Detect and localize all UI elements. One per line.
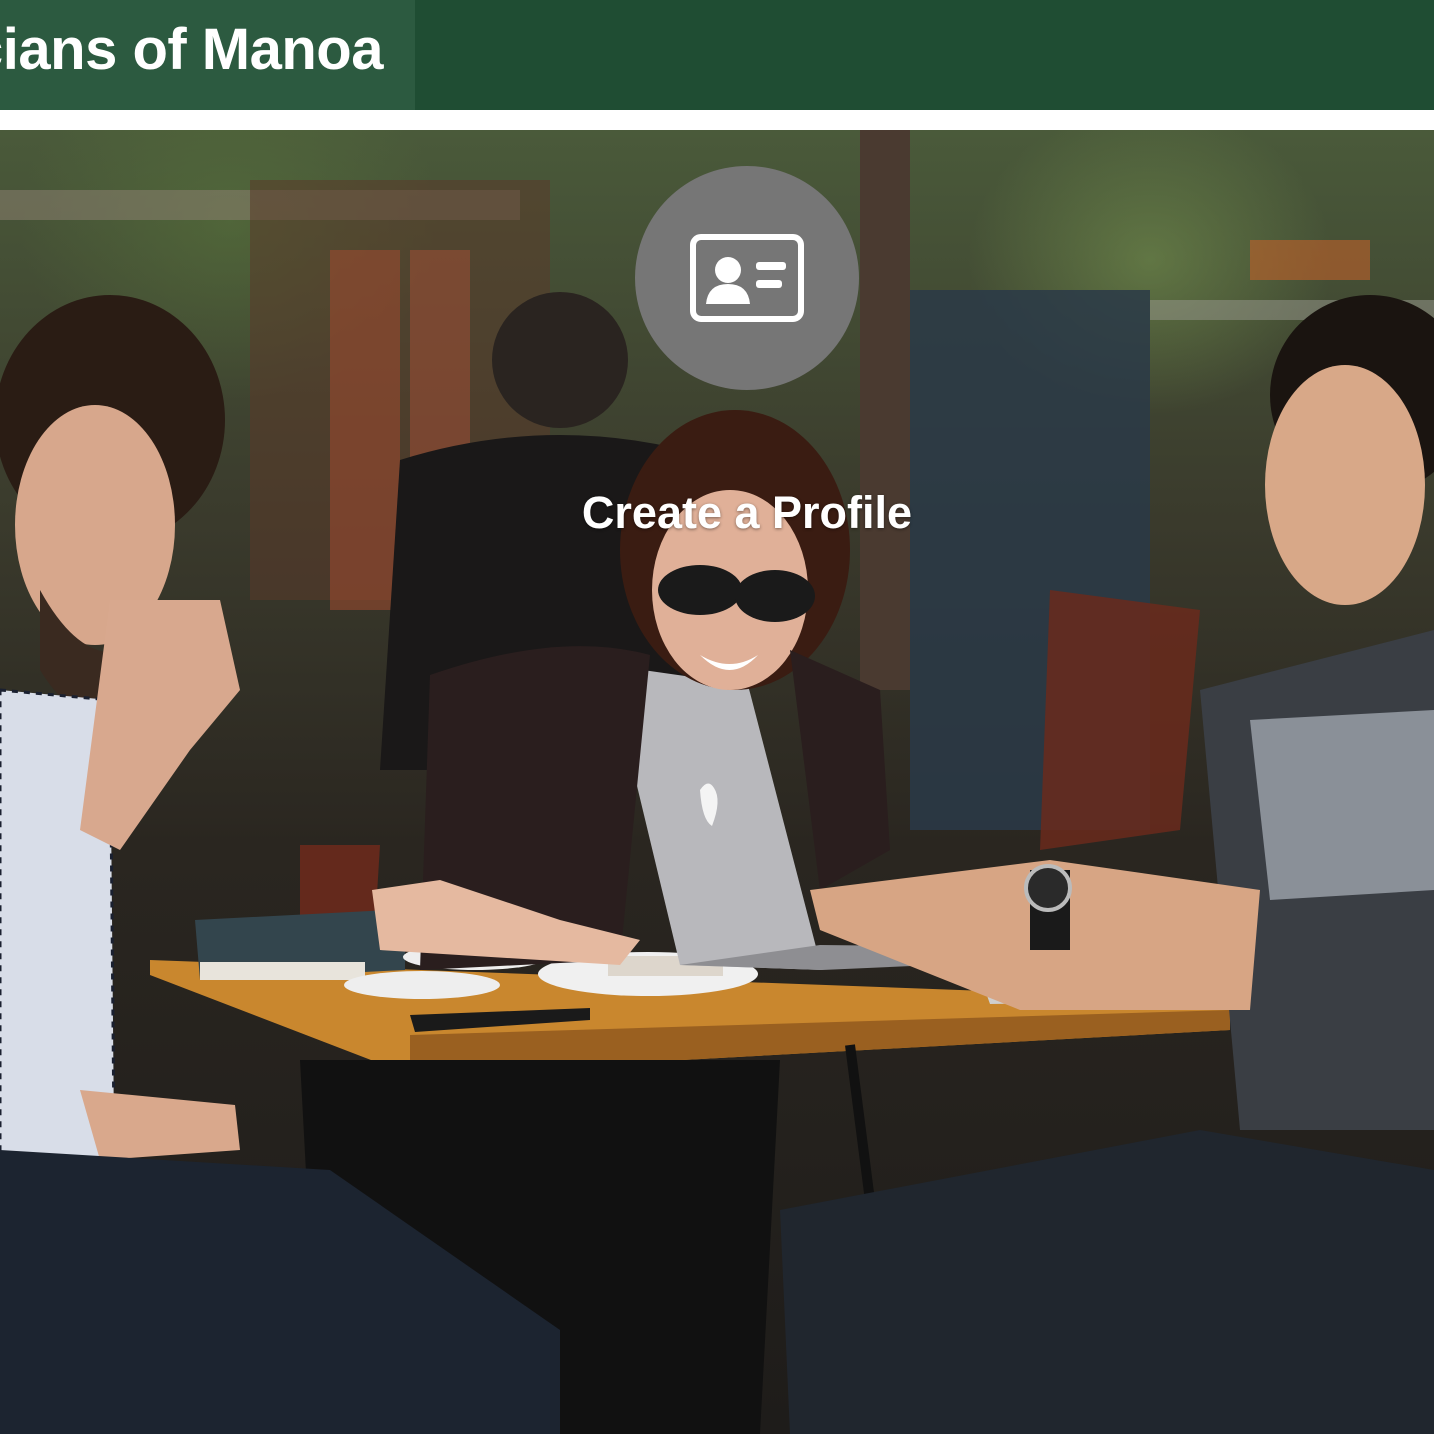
create-profile-title[interactable]: Create a Profile <box>0 485 1434 541</box>
profile-icon-circle[interactable] <box>635 166 859 390</box>
navbar: icians of Manoa <box>0 0 1434 110</box>
id-card-icon <box>690 234 804 322</box>
brand-title: icians of Manoa <box>0 17 383 82</box>
navbar-brand[interactable]: icians of Manoa <box>0 0 415 110</box>
hero-section: Create a Profile <box>0 130 1434 1434</box>
